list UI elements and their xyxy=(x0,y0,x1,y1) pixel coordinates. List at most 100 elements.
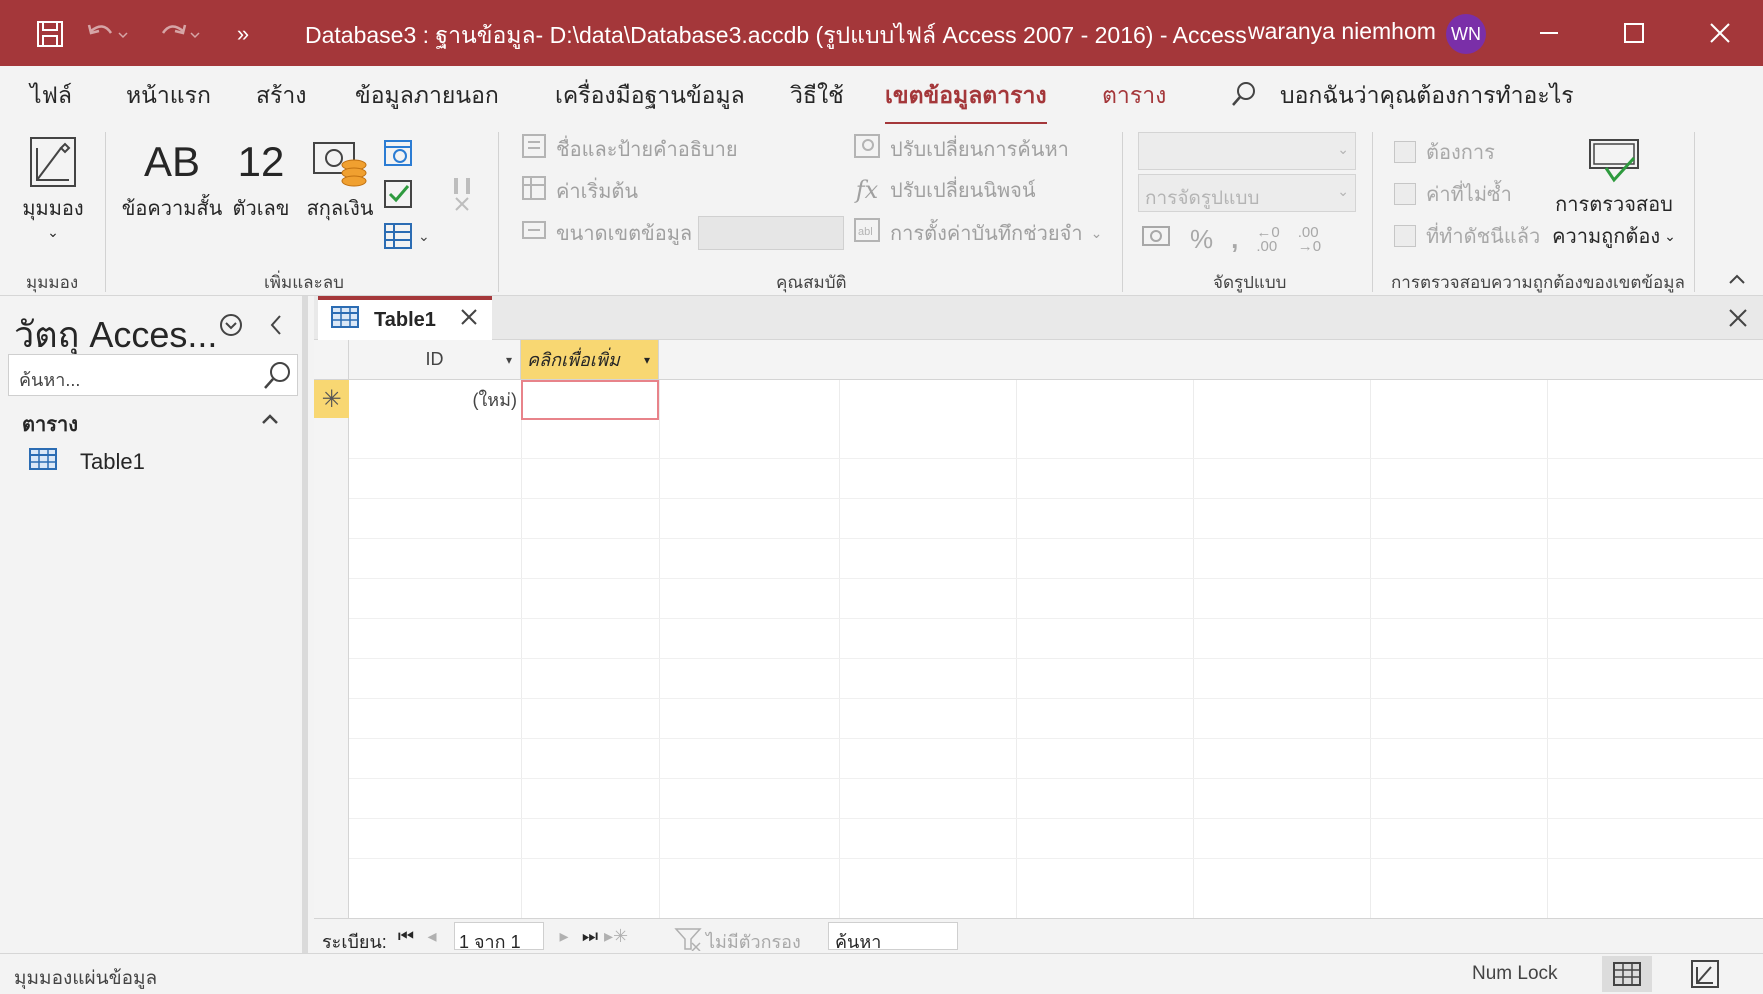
nav-menu-icon[interactable] xyxy=(218,312,244,343)
redo-icon[interactable] xyxy=(152,14,210,54)
tell-me-box[interactable]: บอกฉันว่าคุณต้องการทำอะไร xyxy=(1280,78,1574,114)
more-icon[interactable]: » xyxy=(228,14,258,54)
tab-database-tools[interactable]: เครื่องมือฐานข้อมูล xyxy=(555,78,745,114)
tab-table-fields[interactable]: เขตข้อมูลตาราง xyxy=(885,78,1047,126)
nav-item-label: Table1 xyxy=(80,449,145,474)
search-icon xyxy=(1230,80,1258,113)
field-size-input[interactable] xyxy=(698,216,844,250)
percent-icon[interactable]: % xyxy=(1190,224,1213,255)
group-divider xyxy=(498,132,499,292)
design-view-button[interactable] xyxy=(1680,956,1730,992)
validation-label-line2: ความถูกต้อง xyxy=(1552,226,1661,248)
collapse-ribbon-icon[interactable] xyxy=(1728,272,1746,291)
record-search-input[interactable]: ค้นหา xyxy=(828,922,958,952)
datasheet-view-button[interactable] xyxy=(1602,956,1652,992)
column-header-click-to-add[interactable]: คลิกเพื่อเพิ่ม ▾ xyxy=(521,340,659,380)
last-record-icon[interactable]: ⏭ xyxy=(580,923,600,949)
short-text-button[interactable]: AB ข้อความสั้น xyxy=(120,132,224,224)
format-placeholder: การจัดรูปแบบ xyxy=(1145,188,1260,209)
tab-help[interactable]: วิธีใช้ xyxy=(790,78,844,114)
tab-create[interactable]: สร้าง xyxy=(256,78,307,114)
column-divider xyxy=(1016,340,1017,918)
shutter-bar-close-icon[interactable] xyxy=(266,312,286,343)
data-type-dropdown[interactable]: ⌄ xyxy=(1138,132,1356,170)
next-record-icon[interactable]: ▸ xyxy=(554,923,574,949)
doc-tab-label: Table1 xyxy=(374,308,436,331)
datasheet-view-icon xyxy=(16,132,90,192)
close-icon[interactable] xyxy=(1690,8,1750,58)
filter-indicator[interactable]: ไม่มีตัวกรอง xyxy=(674,927,801,956)
memo-settings-button[interactable]: abl การตั้งค่าบันทึกช่วยจำ ⌄ xyxy=(852,216,1102,250)
currency-button[interactable]: สกุลเงิน xyxy=(300,132,380,224)
format-dropdown[interactable]: การจัดรูปแบบ ⌄ xyxy=(1138,174,1356,212)
new-record-marker[interactable]: ✳ xyxy=(314,380,349,418)
new-record-id-cell[interactable]: (ใหม่) xyxy=(349,380,521,418)
name-caption-button[interactable]: ชื่อและป้ายคำอธิบาย xyxy=(520,132,738,166)
date-time-icon[interactable] xyxy=(382,136,414,173)
decrease-decimals-icon[interactable]: .00 →0 xyxy=(1298,225,1321,254)
view-button[interactable]: มุมมอง ⌄ xyxy=(16,132,90,241)
tab-table[interactable]: ตาราง xyxy=(1102,78,1166,114)
row-divider xyxy=(349,698,1763,699)
yes-no-icon[interactable] xyxy=(382,178,414,215)
number-button[interactable]: 12 ตัวเลข xyxy=(228,132,294,224)
datasheet-grid[interactable]: ID ▾ คลิกเพื่อเพิ่ม ▾ ✳ (ใหม่) xyxy=(314,340,1763,918)
name-caption-icon xyxy=(520,132,548,166)
short-text-icon: AB xyxy=(143,138,201,185)
new-record-icon[interactable]: ▸✳ xyxy=(604,923,628,949)
validation-button[interactable]: การตรวจสอบ ความถูกต้อง ⌄ xyxy=(1548,132,1680,252)
navigation-pane: วัตถุ Acces... ค้นหา... ตาราง Table1 xyxy=(0,296,308,953)
group-divider xyxy=(105,132,106,292)
group-divider xyxy=(1122,132,1123,292)
maximize-icon[interactable] xyxy=(1604,8,1664,58)
active-cell[interactable] xyxy=(521,380,659,420)
validation-label-line1: การตรวจสอบ xyxy=(1555,194,1673,216)
modify-expression-button[interactable]: fx ปรับเปลี่ยนนิพจน์ xyxy=(852,174,1036,206)
column-header-id[interactable]: ID ▾ xyxy=(349,340,521,380)
required-label: ต้องการ xyxy=(1426,142,1495,164)
tab-external-data[interactable]: ข้อมูลภายนอก xyxy=(355,78,499,114)
currency-format-icon[interactable] xyxy=(1140,222,1172,257)
select-all-corner[interactable] xyxy=(314,340,349,380)
current-record-input[interactable]: 1 จาก 1 xyxy=(454,922,544,952)
field-size-label: ขนาดเขตข้อมูล xyxy=(556,223,693,245)
avatar[interactable]: WN xyxy=(1446,14,1486,54)
tab-home[interactable]: หน้าแรก xyxy=(126,78,211,114)
nav-item-table1[interactable]: Table1 xyxy=(28,444,288,480)
user-name[interactable]: waranya niemhom xyxy=(1248,18,1436,45)
group-divider xyxy=(1372,132,1373,292)
first-record-icon[interactable]: ⏮ xyxy=(396,923,416,949)
indexed-checkbox[interactable]: ที่ทำดัชนีแล้ว xyxy=(1394,220,1540,252)
chevron-up-icon[interactable] xyxy=(260,412,280,431)
nav-search-input[interactable]: ค้นหา... xyxy=(8,354,298,396)
close-document-icon[interactable] xyxy=(1728,308,1748,333)
delete-field-icon[interactable] xyxy=(448,176,478,217)
default-value-button[interactable]: ค่าเริ่มต้น xyxy=(520,174,638,208)
required-checkbox[interactable]: ต้องการ xyxy=(1394,136,1495,168)
unique-checkbox[interactable]: ค่าที่ไม่ซ้ำ xyxy=(1394,178,1512,210)
table-icon xyxy=(330,305,360,335)
search-icon[interactable] xyxy=(262,360,292,395)
increase-decimals-icon[interactable]: ←0.00 xyxy=(1256,225,1279,254)
save-icon[interactable] xyxy=(30,14,70,54)
undo-icon[interactable] xyxy=(78,14,136,54)
column-divider xyxy=(839,340,840,918)
column-header-label: ID xyxy=(425,349,444,369)
column-dropdown-icon[interactable]: ▾ xyxy=(644,353,650,367)
more-fields-icon[interactable]: ⌄ xyxy=(382,220,430,252)
modify-lookups-button[interactable]: ปรับเปลี่ยนการค้นหา xyxy=(852,132,1069,166)
memo-settings-icon: abl xyxy=(852,216,882,250)
column-divider xyxy=(1370,340,1371,918)
tab-file[interactable]: ไฟล์ xyxy=(30,78,72,114)
comma-style-icon[interactable]: , xyxy=(1231,224,1238,255)
group-divider xyxy=(1694,132,1695,292)
doc-tab-table1[interactable]: Table1 xyxy=(318,296,492,340)
minimize-icon[interactable] xyxy=(1519,8,1579,58)
previous-record-icon[interactable]: ◂ xyxy=(422,923,442,949)
short-text-label: ข้อความสั้น xyxy=(121,198,223,220)
nav-group-tables[interactable]: ตาราง xyxy=(22,408,78,440)
column-dropdown-icon[interactable]: ▾ xyxy=(506,353,512,367)
default-value-icon xyxy=(520,174,548,208)
close-tab-icon[interactable] xyxy=(460,308,478,332)
row-divider xyxy=(349,498,1763,499)
